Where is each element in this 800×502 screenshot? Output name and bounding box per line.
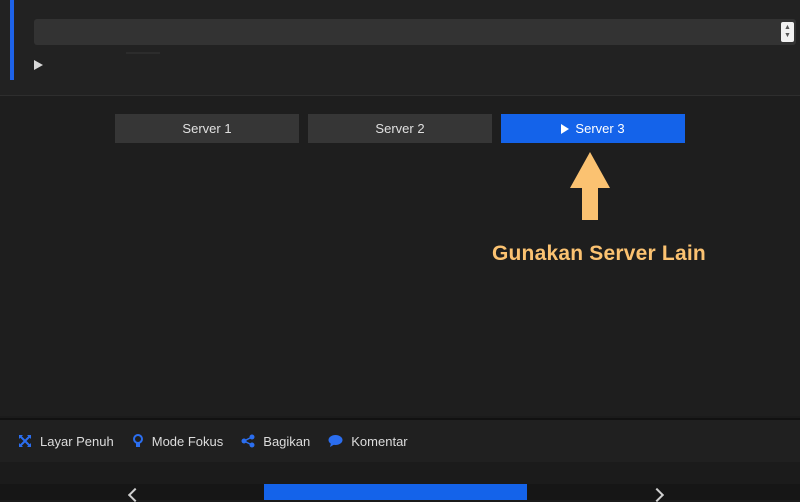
episode-list-button[interactable] (264, 484, 527, 500)
comment-icon (328, 435, 343, 447)
server-label: Server 1 (182, 121, 232, 136)
lightbulb-icon (132, 433, 143, 447)
server-label: Server 2 (375, 121, 425, 136)
annotation-text: Gunakan Server Lain (492, 242, 706, 265)
buffer-indicator (126, 52, 160, 54)
focus-mode-label: Mode Fokus (151, 433, 224, 449)
video-player: ▲ ▼ (0, 0, 800, 96)
comment-button[interactable]: Komentar (328, 433, 408, 449)
player-toolbar: Layar Penuh Mode Fokus Bagikan Komentar (0, 418, 800, 462)
seek-bar[interactable] (34, 19, 796, 45)
play-icon[interactable] (34, 60, 43, 70)
arrow-up-icon (570, 152, 610, 220)
chevron-down-icon[interactable]: ▼ (784, 32, 791, 40)
chevron-up-icon[interactable]: ▲ (784, 24, 791, 32)
server-label: Server 3 (575, 121, 625, 136)
share-label: Bagikan (263, 433, 311, 449)
accent-bar (10, 0, 14, 80)
episode-navigation (0, 484, 800, 502)
fullscreen-label: Layar Penuh (40, 433, 114, 449)
share-icon (241, 434, 255, 448)
focus-mode-button[interactable]: Mode Fokus (132, 433, 224, 449)
server-3-button[interactable]: Server 3 (501, 114, 685, 143)
server-selector: Server 1 Server 2 Server 3 (115, 114, 685, 143)
play-icon (561, 123, 570, 134)
fullscreen-button[interactable]: Layar Penuh (18, 434, 114, 449)
fullscreen-icon (19, 435, 31, 447)
server-2-button[interactable]: Server 2 (308, 114, 492, 143)
server-1-button[interactable]: Server 1 (115, 114, 299, 143)
scroll-stepper[interactable]: ▲ ▼ (781, 22, 794, 42)
comment-label: Komentar (351, 433, 408, 449)
share-button[interactable]: Bagikan (241, 434, 310, 449)
